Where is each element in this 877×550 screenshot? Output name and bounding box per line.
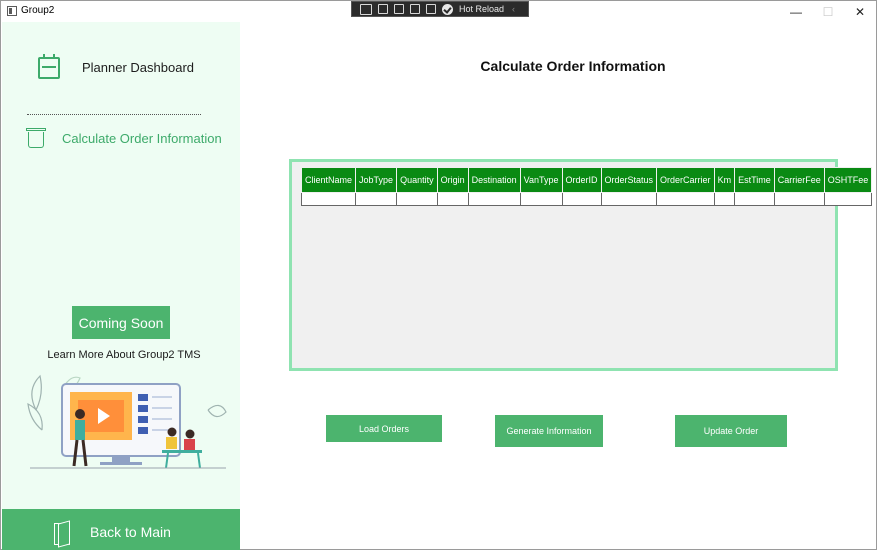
table-cell[interactable] [824, 192, 873, 206]
column-header[interactable]: Quantity [396, 167, 438, 193]
orders-data-grid[interactable]: ClientName JobType Quantity Origin Destinati… [289, 159, 873, 371]
live-visual-tree-icon[interactable] [360, 3, 372, 15]
column-header[interactable]: OSHTFee [823, 167, 873, 193]
table-cell[interactable] [396, 192, 438, 206]
table-body [300, 192, 873, 206]
table-cell[interactable] [468, 192, 521, 206]
trash-bin-icon [26, 128, 46, 148]
column-header[interactable]: Origin [436, 167, 469, 193]
window-controls: — ☐ ✕ [780, 1, 876, 22]
table-cell[interactable] [656, 192, 715, 206]
table-cell[interactable] [601, 192, 658, 206]
close-button[interactable]: ✕ [844, 1, 876, 22]
maximize-button[interactable]: ☐ [812, 1, 844, 22]
sidebar-item-planner-dashboard[interactable]: Planner Dashboard [2, 54, 240, 96]
app-window: Group2 Hot Reload ‹ — ☐ ✕ Planner Dashbo… [0, 0, 877, 550]
table-cell[interactable] [714, 192, 736, 206]
hot-reload-label[interactable]: Hot Reload [459, 4, 504, 14]
column-header[interactable]: OrderID [561, 167, 602, 193]
table-row[interactable] [300, 192, 873, 206]
table-cell[interactable] [520, 192, 563, 206]
track-focus-icon[interactable] [410, 4, 420, 14]
minimize-button[interactable]: — [780, 1, 812, 22]
title-bar[interactable]: Group2 Hot Reload ‹ — ☐ ✕ [1, 1, 876, 22]
select-element-icon[interactable] [378, 4, 388, 14]
presentation-illustration [27, 374, 227, 469]
orders-table: ClientName JobType Quantity Origin Destinati… [300, 167, 873, 206]
column-header[interactable]: ClientName [300, 167, 357, 193]
calendar-icon [38, 54, 60, 79]
column-header[interactable]: OrderCarrier [656, 167, 715, 193]
table-cell[interactable] [562, 192, 602, 206]
sidebar-item-calculate-order[interactable]: Calculate Order Information [2, 127, 240, 167]
column-header[interactable]: Destination [467, 167, 521, 193]
table-cell[interactable] [734, 192, 775, 206]
sidebar-item-label: Calculate Order Information [62, 131, 222, 146]
display-adorners-icon[interactable] [394, 4, 404, 14]
column-header[interactable]: EstTime [734, 167, 775, 193]
table-cell[interactable] [774, 192, 825, 206]
back-to-main-button[interactable]: Back to Main [2, 509, 240, 550]
load-orders-button[interactable]: Load Orders [326, 415, 442, 442]
coming-soon-badge: Coming Soon [72, 306, 170, 339]
window-title: Group2 [21, 5, 55, 16]
column-header[interactable]: VanType [519, 167, 563, 193]
table-cell[interactable] [437, 192, 469, 206]
exit-door-icon [54, 523, 70, 545]
sidebar: Planner Dashboard Calculate Order Inform… [2, 22, 240, 550]
binding-failures-icon[interactable] [426, 4, 436, 14]
column-header[interactable]: JobType [355, 167, 398, 193]
sidebar-item-label: Planner Dashboard [82, 60, 195, 75]
app-icon [7, 6, 17, 16]
column-header[interactable]: OrderStatus [600, 167, 658, 193]
column-header[interactable]: Km [713, 167, 736, 193]
hot-reload-toolbar: Hot Reload ‹ [351, 1, 529, 17]
update-order-button[interactable]: Update Order [675, 415, 787, 447]
sidebar-divider [27, 114, 201, 115]
hot-reload-check-icon [442, 3, 453, 15]
column-header[interactable]: CarrierFee [773, 167, 825, 193]
learn-more-text: Learn More About Group2 TMS [47, 349, 201, 361]
table-cell[interactable] [355, 192, 398, 206]
generate-information-button[interactable]: Generate Information [495, 415, 603, 447]
page-title: Calculate Order Information [480, 58, 666, 74]
back-to-main-label: Back to Main [90, 524, 171, 540]
table-header-row: ClientName JobType Quantity Origin Destinati… [300, 167, 873, 193]
table-cell[interactable] [300, 192, 357, 206]
collapse-toolbar-icon[interactable]: ‹ [512, 4, 515, 14]
